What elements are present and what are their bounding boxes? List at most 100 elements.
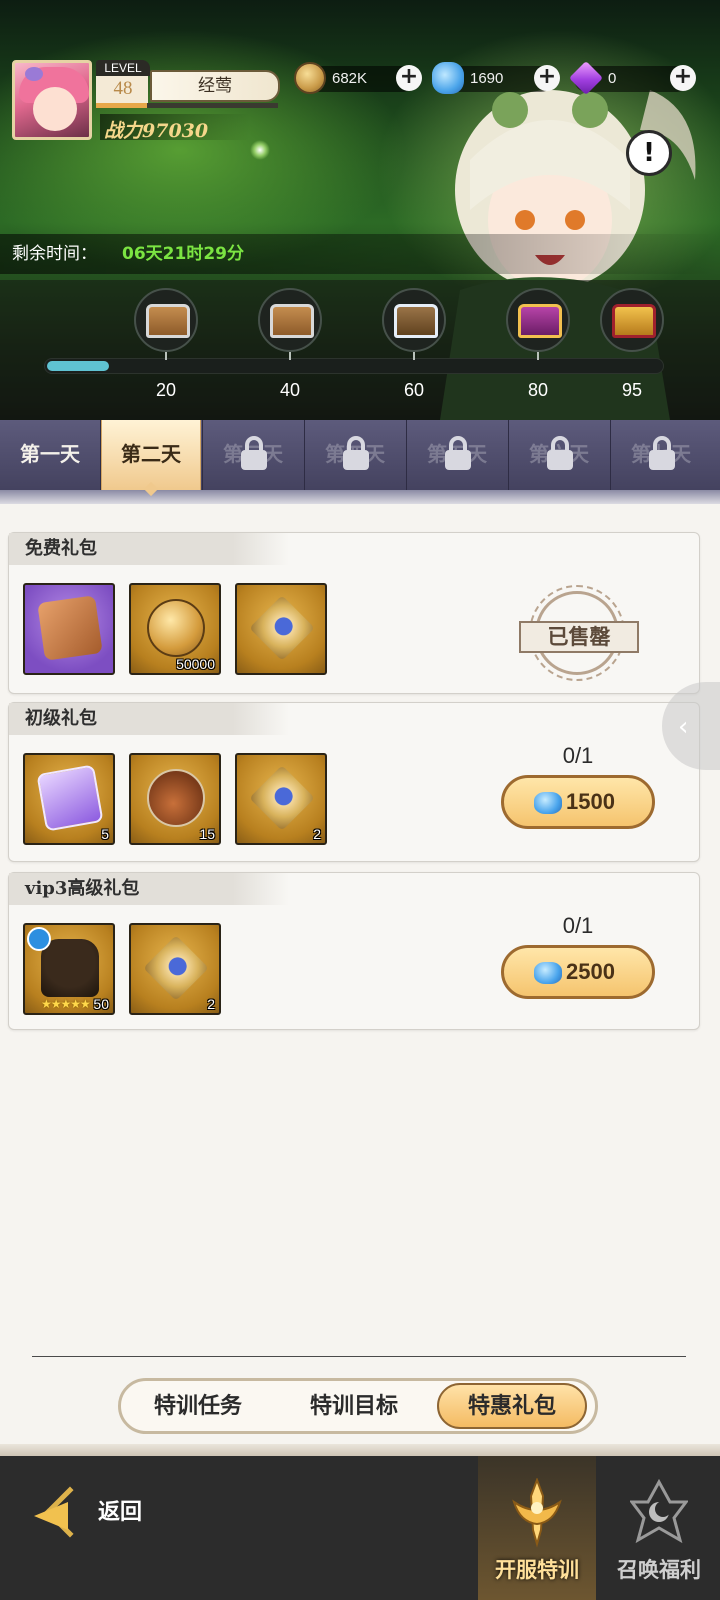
item-count: 2 — [207, 996, 215, 1012]
gem-currency: 0 + — [569, 61, 696, 95]
level-tag: LEVEL — [96, 60, 150, 76]
milestone-label: 60 — [403, 380, 425, 400]
item-count: 2 — [313, 826, 321, 842]
event-banner: LEVEL 48 经莺 战力97030 682K + 1690 + 0 + ! … — [0, 0, 720, 428]
star-medal-icon — [249, 595, 315, 661]
reward-item[interactable]: 2 — [235, 753, 327, 845]
nav-server-training[interactable]: 开服特训 — [478, 1456, 596, 1600]
reward-item[interactable]: 50000 — [129, 583, 221, 675]
reward-item[interactable]: ★★★★★ 50 — [23, 923, 115, 1015]
lock-icon — [649, 436, 675, 470]
gold-coin-icon — [294, 62, 326, 94]
buy-vip3-pack-button[interactable]: 2500 — [501, 945, 655, 999]
purple-chest-icon — [518, 304, 562, 338]
reward-item[interactable] — [23, 583, 115, 675]
chevron-left-icon: ‹ — [678, 712, 689, 742]
price-label: 1500 — [566, 789, 615, 814]
water-element-icon — [27, 927, 51, 951]
lock-icon — [547, 436, 573, 470]
lock-icon — [343, 436, 369, 470]
reward-item[interactable] — [235, 583, 327, 675]
back-button[interactable]: 返回 — [98, 1492, 142, 1532]
tab-day-4[interactable]: 第四天 — [305, 420, 405, 490]
info-button[interactable]: ! — [626, 130, 672, 176]
sold-out-stamp: 已售罄 — [519, 585, 639, 681]
bottom-nav-bar: 返回 开服特训 召唤福利 — [0, 1456, 720, 1600]
exp-bar — [96, 103, 278, 108]
item-count: 15 — [199, 826, 215, 842]
add-gem-button[interactable]: + — [670, 65, 696, 91]
diamond-amount: 1690 — [470, 70, 504, 87]
sparkle-decoration — [250, 140, 270, 160]
item-count: 50 — [93, 996, 109, 1012]
back-arrow-icon[interactable] — [34, 1486, 96, 1538]
star-medal-icon — [249, 765, 315, 831]
tab-training-tasks[interactable]: 特训任务 — [123, 1381, 273, 1431]
gem-amount: 0 — [608, 70, 617, 87]
pack-title: vip3高级礼包 — [25, 878, 140, 899]
reward-chest-1[interactable] — [134, 288, 198, 352]
milestone-label: 95 — [621, 380, 643, 400]
diamond-currency: 1690 + — [432, 62, 560, 94]
chest-progress-fill — [47, 361, 109, 371]
sword-emblem-icon — [512, 1478, 562, 1548]
add-gold-button[interactable]: + — [396, 65, 422, 91]
pack-title: 初级礼包 — [25, 708, 97, 729]
buy-basic-pack-button[interactable]: 1500 — [501, 775, 655, 829]
scroll-icon — [37, 595, 103, 661]
milestone-label: 80 — [527, 380, 549, 400]
purchase-limit: 0/1 — [562, 743, 594, 768]
nav-label: 召唤福利 — [617, 1557, 701, 1582]
reward-chest-2[interactable] — [258, 288, 322, 352]
tab-training-goals[interactable]: 特训目标 — [279, 1381, 429, 1431]
tab-day-7[interactable]: 第七天 — [611, 420, 711, 490]
vip3-pack-card: vip3高级礼包 ★★★★★ 50 2 0/1 2500 — [8, 872, 700, 1030]
gold-coin-icon — [147, 599, 205, 657]
reward-item[interactable]: 15 — [129, 753, 221, 845]
item-count: 50000 — [176, 656, 215, 672]
combat-power: 战力97030 — [104, 120, 209, 142]
tab-day-6[interactable]: 第六天 — [509, 420, 609, 490]
nav-summon-benefits[interactable]: 召唤福利 — [600, 1456, 718, 1600]
hero-shard-icon — [41, 939, 99, 997]
silver-chest-icon — [394, 304, 438, 338]
reward-item[interactable]: 5 — [23, 753, 115, 845]
gold-currency: 682K + — [294, 62, 422, 94]
star-rating-icon: ★★★★★ — [41, 997, 91, 1011]
milestone-label: 20 — [155, 380, 177, 400]
add-diamond-button[interactable]: + — [534, 65, 560, 91]
reward-chest-3[interactable] — [382, 288, 446, 352]
moon-sigil-icon — [630, 1478, 688, 1544]
remaining-time-label: 剩余时间： — [12, 244, 97, 264]
gold-amount: 682K — [332, 70, 368, 87]
day-tab-bar: 第一天 第二天 第三天 第四天 第五天 第六天 第七天 — [0, 420, 720, 490]
basic-pack-card: 初级礼包 5 15 2 0/1 1500 — [8, 702, 700, 862]
player-name: 经莺 — [198, 76, 232, 96]
tab-special-packs[interactable]: 特惠礼包 — [437, 1383, 587, 1429]
diamond-icon — [534, 792, 562, 814]
reward-chest-5[interactable] — [600, 288, 664, 352]
tab-day-5[interactable]: 第五天 — [407, 420, 507, 490]
sold-out-label: 已售罄 — [519, 621, 639, 653]
exp-bar-fill — [96, 103, 147, 108]
reward-chest-4[interactable] — [506, 288, 570, 352]
tab-day-3[interactable]: 第三天 — [203, 420, 303, 490]
tab-day-2[interactable]: 第二天 — [101, 420, 201, 490]
sub-tab-bar: 特训任务 特训目标 特惠礼包 — [118, 1378, 598, 1434]
milestone-label: 40 — [279, 380, 301, 400]
pack-title: 免费礼包 — [25, 538, 97, 559]
price-label: 2500 — [566, 959, 615, 984]
tab-day-1[interactable]: 第一天 — [0, 420, 100, 490]
diamond-icon — [432, 62, 464, 94]
lock-icon — [241, 436, 267, 470]
player-name-box[interactable]: 经莺 — [150, 70, 280, 102]
lock-icon — [445, 436, 471, 470]
chest-progress-bar — [44, 358, 664, 374]
potion-bottle-icon — [147, 769, 205, 827]
diamond-icon — [534, 962, 562, 984]
player-avatar[interactable] — [12, 60, 92, 140]
wooden-chest-icon — [146, 304, 190, 338]
purchase-limit: 0/1 — [562, 913, 594, 938]
player-level: 48 — [113, 78, 133, 99]
reward-item[interactable]: 2 — [129, 923, 221, 1015]
